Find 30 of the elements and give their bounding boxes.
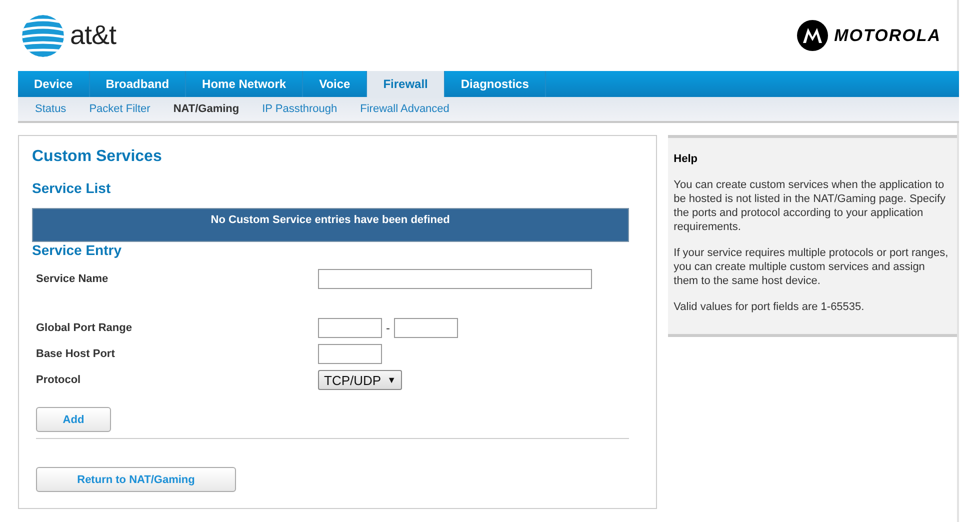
field-label: Service Name: [36, 272, 110, 287]
range-separator: -: [386, 321, 390, 335]
help-paragraph: You can create custom services when the application to be hosted is not listed in the NAT/Gaming page. Specify the ports and protocol according to your application requirements.: [674, 178, 947, 234]
help-paragraph: Valid values for port fields are 1-65535.: [674, 300, 866, 314]
field-label: Base Host Port: [36, 347, 116, 362]
logo-icon: [797, 20, 828, 51]
input-field[interactable]: [318, 318, 382, 338]
sub-tab[interactable]: Firewall Advanced: [360, 103, 450, 115]
input-field[interactable]: [318, 269, 592, 289]
sub-tab[interactable]: Status: [35, 103, 66, 115]
help-paragraph: If your service requires multiple protocols or port ranges, you can create multiple custom services and assign them to the same host device.: [674, 246, 950, 288]
sub-tab[interactable]: NAT/Gaming: [173, 103, 240, 115]
input-field[interactable]: [318, 344, 382, 364]
field-label: Global Port Range: [36, 321, 133, 336]
page-title: Custom Services: [32, 148, 163, 166]
return-button[interactable]: Return to NAT/Gaming: [36, 467, 236, 492]
sub-tab[interactable]: IP Passthrough: [262, 103, 338, 115]
add-button[interactable]: Add: [36, 407, 111, 432]
field-label: Protocol: [36, 373, 82, 388]
section-heading: Service List: [32, 180, 112, 196]
globe-icon: [22, 14, 64, 56]
logo-text: MOTOROLA: [834, 26, 941, 46]
sub-tab[interactable]: Packet Filter: [89, 103, 150, 115]
protocol-dropdown[interactable]: TCP/UDP ▼: [318, 370, 402, 390]
empty-list-banner: No Custom Service entries have been defined: [32, 208, 629, 242]
input-field[interactable]: [394, 318, 458, 338]
help-title: Help: [674, 152, 698, 166]
section-heading: Service Entry: [32, 242, 122, 258]
nav-tab[interactable]: Firewall: [367, 71, 445, 97]
logo-text: at&t: [70, 20, 116, 51]
